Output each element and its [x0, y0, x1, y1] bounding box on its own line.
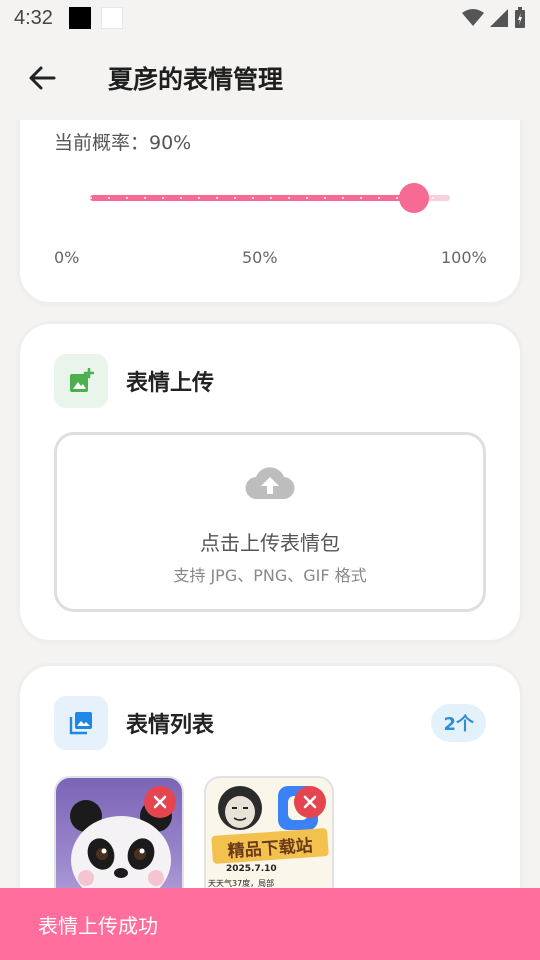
status-bar: 4:32 [0, 0, 540, 36]
notification-icon [100, 7, 123, 29]
signal-icon [490, 9, 508, 27]
tick-label-mid: 50% [242, 248, 278, 267]
cloud-upload-icon [245, 467, 295, 500]
slider-tick-dot [144, 197, 146, 199]
slider-tick-dot [234, 197, 236, 199]
slider-tick-dot [360, 197, 362, 199]
upload-card: 表情上传 点击上传表情包 支持 JPG、PNG、GIF 格式 [20, 324, 520, 640]
slider-tick-dot [108, 197, 110, 199]
toast-message: 表情上传成功 [0, 888, 540, 960]
upload-format-hint: 支持 JPG、PNG、GIF 格式 [173, 566, 367, 585]
probability-slider[interactable] [90, 183, 452, 213]
probability-label: 当前概率：90% [54, 132, 192, 154]
notification-icon [68, 7, 91, 29]
slider-thumb[interactable] [399, 183, 429, 213]
add-photo-icon [54, 354, 108, 408]
slider-tick-dot [126, 197, 128, 199]
slider-tick-dot [306, 197, 308, 199]
upload-header: 表情上传 [54, 354, 214, 408]
upload-prompt: 点击上传表情包 [200, 531, 340, 555]
scroll-content[interactable]: 当前概率：90% 0% 50% 100% 表情上传 点击上传表情包 支持 JPG… [0, 120, 540, 960]
tick-label-max: 100% [441, 248, 487, 267]
probability-card: 当前概率：90% 0% 50% 100% [20, 120, 520, 302]
back-button[interactable] [0, 36, 84, 120]
slider-tick-dot [432, 197, 434, 199]
status-time: 4:32 [14, 6, 53, 29]
delete-sticker-button[interactable] [294, 786, 326, 818]
arrow-left-icon [29, 66, 56, 90]
sticker-date-text: 2025.7.10 [226, 864, 277, 874]
page-title: 夏彦的表情管理 [108, 65, 284, 94]
slider-tick-dot [162, 197, 164, 199]
slider-tick-dot [342, 197, 344, 199]
slider-tick-dot [324, 197, 326, 199]
upload-title: 表情上传 [126, 371, 215, 396]
slider-ticks [90, 195, 452, 201]
wifi-icon [462, 9, 484, 26]
slider-tick-dot [216, 197, 218, 199]
photo-library-icon [54, 696, 108, 750]
delete-sticker-button[interactable] [144, 786, 176, 818]
close-icon [303, 795, 317, 809]
slider-tick-dot [288, 197, 290, 199]
sticker-count-badge: 2个 [431, 704, 486, 742]
tick-label-min: 0% [54, 248, 80, 267]
slider-tick-dot [180, 197, 182, 199]
upload-drop-zone[interactable]: 点击上传表情包 支持 JPG、PNG、GIF 格式 [54, 432, 486, 612]
slider-tick-dot [252, 197, 254, 199]
slider-tick-dot [450, 197, 452, 199]
slider-tick-dot [396, 197, 398, 199]
list-title: 表情列表 [126, 713, 215, 738]
slider-tick-dot [198, 197, 200, 199]
slider-tick-dot [378, 197, 380, 199]
list-header: 表情列表 [54, 696, 214, 750]
slider-tick-dot [270, 197, 272, 199]
battery-icon [515, 7, 525, 28]
status-icons [462, 7, 526, 29]
slider-tick-dot [90, 197, 92, 199]
close-icon [153, 795, 167, 809]
app-bar: 夏彦的表情管理 [0, 36, 540, 120]
